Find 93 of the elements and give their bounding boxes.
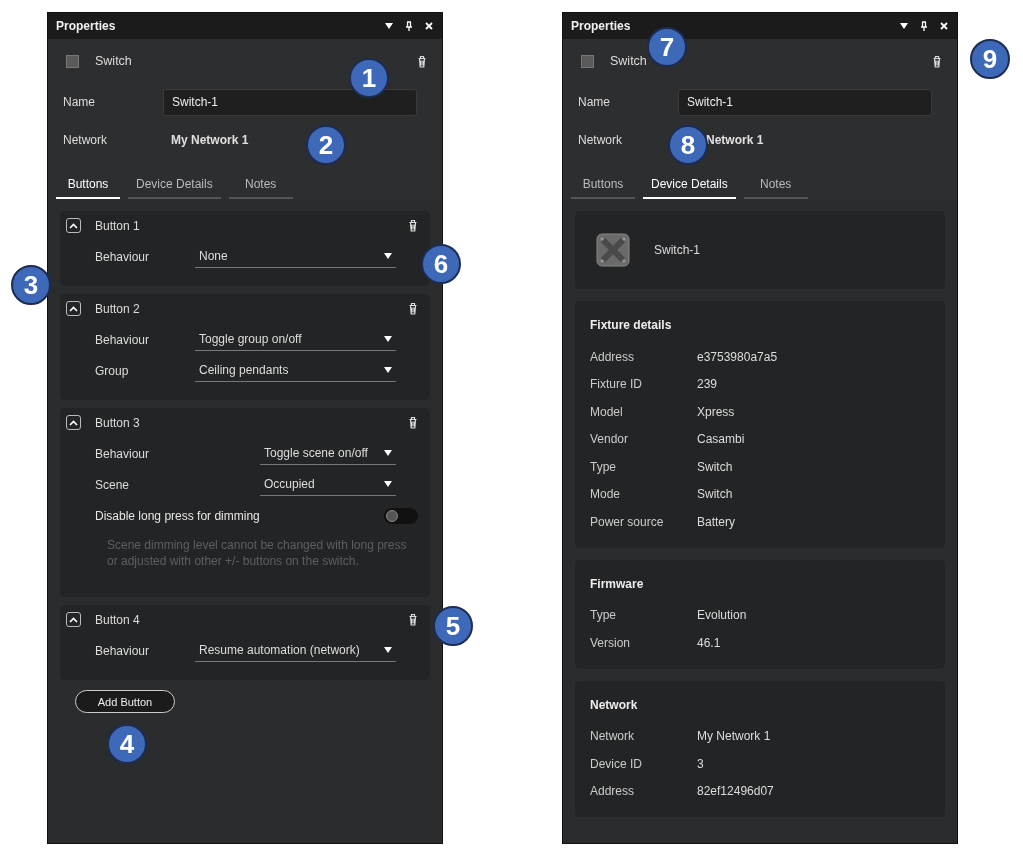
chevron-up-icon xyxy=(69,616,78,623)
network-label: Network xyxy=(578,133,623,147)
caret-icon xyxy=(384,253,392,259)
detail-value: Xpress xyxy=(697,404,735,419)
detail-label: Fixture ID xyxy=(590,377,643,392)
switch-device-icon xyxy=(596,233,630,267)
network-value: Network 1 xyxy=(706,133,764,147)
detail-label: Model xyxy=(590,404,624,419)
dropdown[interactable]: Toggle scene on/off xyxy=(260,442,396,465)
trash-icon[interactable] xyxy=(408,219,418,232)
detail-value: 239 xyxy=(697,377,718,392)
field-label: Behaviour xyxy=(95,446,151,461)
chevron-up-icon xyxy=(69,305,78,312)
caret-icon xyxy=(384,450,392,456)
detail-value: My Network 1 xyxy=(697,729,771,744)
detail-value: Switch xyxy=(697,487,733,502)
detail-value: Evolution xyxy=(697,608,747,623)
detail-label: Power source xyxy=(590,514,665,529)
detail-value: Switch xyxy=(697,459,733,474)
detail-value: Casambi xyxy=(697,432,745,447)
collapse-button[interactable] xyxy=(66,415,81,430)
detail-label: Address xyxy=(590,784,636,799)
detail-value: 3 xyxy=(697,756,704,771)
callout-marker: 3 xyxy=(11,265,51,305)
dropdown-icon[interactable] xyxy=(899,21,909,31)
collapse-button[interactable] xyxy=(66,612,81,627)
callout-marker: 5 xyxy=(433,606,473,646)
button-title: Button 1 xyxy=(95,218,141,233)
name-label: Name xyxy=(63,95,96,109)
detail-value: 82ef12496d07 xyxy=(697,784,774,799)
trash-icon[interactable] xyxy=(408,302,418,315)
detail-label: Network xyxy=(590,729,635,744)
detail-value: e3753980a7a5 xyxy=(697,349,778,364)
caret-icon xyxy=(384,647,392,653)
detail-label: Device ID xyxy=(590,756,643,771)
panel-title: Properties xyxy=(571,19,632,33)
callout-marker: 6 xyxy=(421,244,461,284)
detail-label: Address xyxy=(590,349,636,364)
dropdown[interactable]: Resume automation (network) xyxy=(195,639,396,662)
dropdown[interactable]: None xyxy=(195,245,396,268)
caret-icon xyxy=(384,336,392,342)
device-icon xyxy=(66,54,79,68)
dropdown[interactable]: Toggle group on/off xyxy=(195,328,396,351)
detail-label: Type xyxy=(590,608,617,623)
dropdown[interactable]: Occupied xyxy=(260,473,396,496)
trash-icon[interactable] xyxy=(408,613,418,626)
detail-label: Vendor xyxy=(590,432,630,447)
section-title: Firmware xyxy=(590,576,645,591)
detail-label: Mode xyxy=(590,487,622,502)
device-icon xyxy=(581,54,594,68)
detail-value: Battery xyxy=(697,514,735,529)
button-title: Button 2 xyxy=(95,301,141,316)
field-label: Group xyxy=(95,363,130,378)
caret-icon xyxy=(384,367,392,373)
hint-text: Scene dimming level cannot be changed with long press or adjusted with other +/- buttons on the switch. xyxy=(106,537,408,570)
collapse-button[interactable] xyxy=(66,301,81,316)
field-label: Behaviour xyxy=(95,643,151,658)
button-title: Button 3 xyxy=(95,415,141,430)
device-type-label: Switch xyxy=(610,54,648,68)
name-field[interactable]: Switch-1 xyxy=(678,88,932,116)
field-label: Scene xyxy=(95,477,131,492)
button-title: Button 4 xyxy=(95,612,141,627)
caret-icon xyxy=(384,481,392,487)
close-icon[interactable] xyxy=(424,21,434,31)
network-label: Network xyxy=(63,133,108,147)
detail-label: Type xyxy=(590,459,617,474)
toggle-label: Disable long press for dimming xyxy=(95,508,260,523)
panel-title: Properties xyxy=(56,19,117,33)
close-icon[interactable] xyxy=(939,21,949,31)
dropdown-icon[interactable] xyxy=(384,21,394,31)
field-label: Behaviour xyxy=(95,249,151,264)
chevron-up-icon xyxy=(69,222,78,229)
pin-icon[interactable] xyxy=(919,21,929,31)
callout-marker: 9 xyxy=(970,39,1010,79)
toggle-switch[interactable] xyxy=(384,507,418,524)
name-field[interactable]: Switch-1 xyxy=(163,88,417,116)
trash-icon[interactable] xyxy=(408,416,418,429)
device-name: Switch-1 xyxy=(654,243,700,257)
section-title: Network xyxy=(590,697,639,712)
pin-icon[interactable] xyxy=(404,21,414,31)
device-type-label: Switch xyxy=(95,54,133,68)
dropdown[interactable]: Ceiling pendants xyxy=(195,359,396,382)
trash-icon[interactable] xyxy=(932,54,942,68)
section-title: Fixture details xyxy=(590,318,673,332)
chevron-up-icon xyxy=(69,419,78,426)
trash-icon[interactable] xyxy=(417,54,427,68)
detail-value: 46.1 xyxy=(697,635,721,650)
detail-label: Version xyxy=(590,635,632,650)
name-label: Name xyxy=(578,95,611,109)
network-value: My Network 1 xyxy=(171,133,249,147)
field-label: Behaviour xyxy=(95,332,151,347)
collapse-button[interactable] xyxy=(66,218,81,233)
add-button[interactable]: Add Button xyxy=(75,690,175,713)
